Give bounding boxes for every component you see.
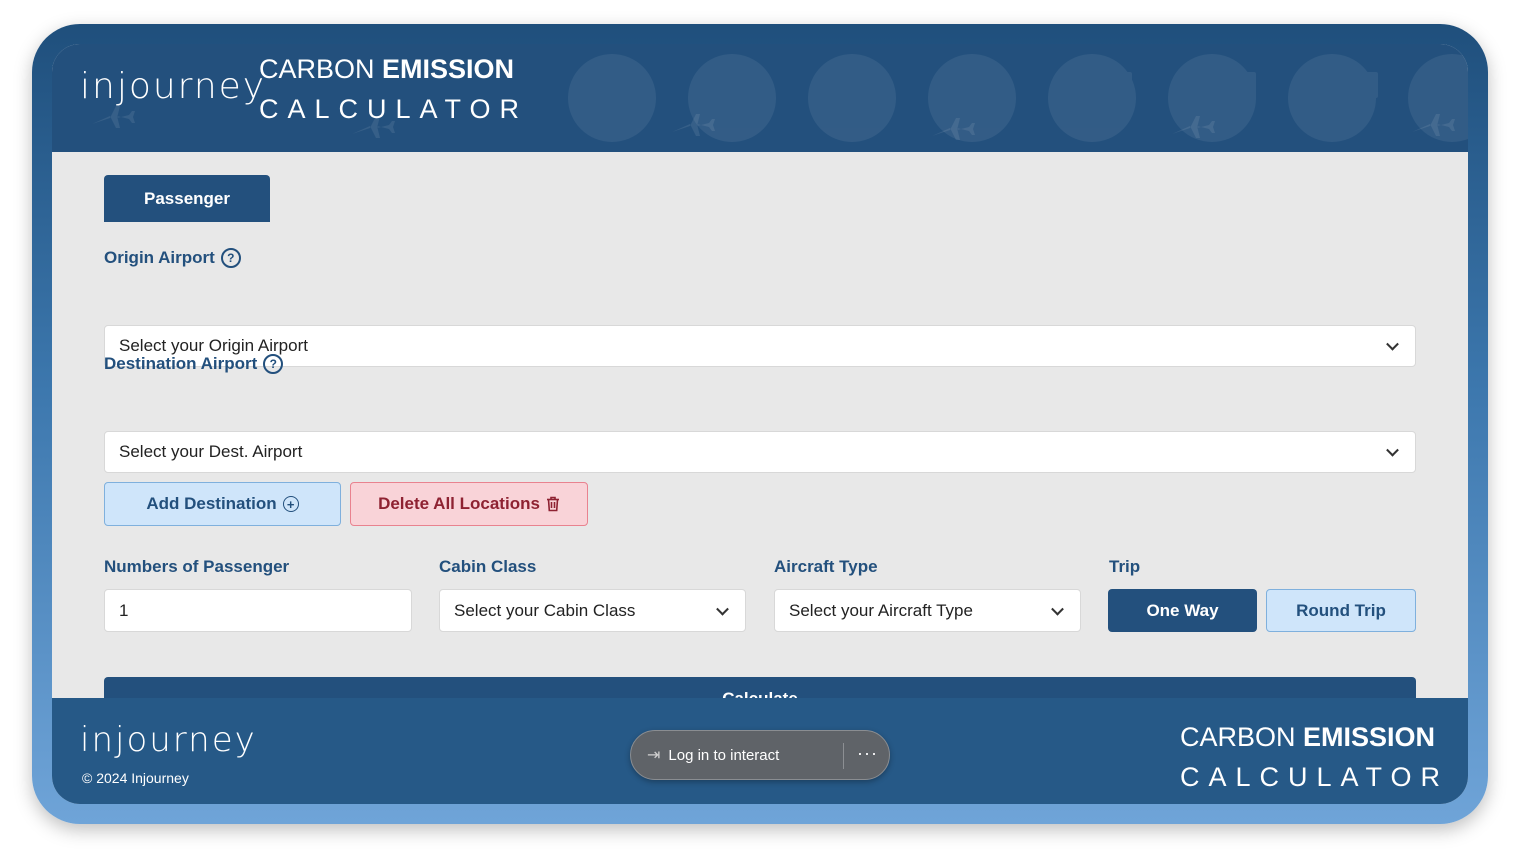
header-title-light: CARBON: [259, 54, 383, 84]
copyright-text: © 2024 Injourney: [82, 770, 189, 786]
destination-airport-label-text: Destination Airport: [104, 354, 258, 373]
cabin-class-placeholder: Select your Cabin Class: [454, 600, 636, 620]
aircraft-type-placeholder: Select your Aircraft Type: [789, 600, 973, 620]
calculator-form: Passenger Origin Airport ? Select your O…: [52, 152, 1468, 720]
trash-icon: [546, 496, 559, 512]
passengers-input[interactable]: 1: [104, 589, 412, 632]
tab-passenger[interactable]: Passenger: [104, 175, 270, 222]
app-frame: injourney CARBON EMISSION CALCULATOR Pas…: [32, 24, 1488, 824]
aircraft-type-label: Aircraft Type: [774, 557, 878, 576]
cabin-class-select[interactable]: Select your Cabin Class: [439, 589, 746, 632]
header-banner: injourney CARBON EMISSION CALCULATOR: [52, 44, 1468, 152]
footer: injourney © 2024 Injourney ⇥ Log in to i…: [52, 698, 1468, 804]
chevron-down-icon: [716, 602, 729, 616]
passengers-label: Numbers of Passenger: [104, 557, 290, 576]
question-circle-icon[interactable]: ?: [263, 354, 284, 374]
footer-title-bold: EMISSION: [1303, 722, 1436, 752]
app-window: injourney CARBON EMISSION CALCULATOR Pas…: [52, 44, 1468, 804]
trip-label: Trip: [1109, 557, 1141, 576]
login-arrow-icon: ⇥: [647, 747, 661, 764]
cabin-class-label: Cabin Class: [439, 557, 537, 576]
question-circle-icon[interactable]: ?: [220, 248, 241, 268]
plus-circle-icon: +: [282, 496, 299, 512]
origin-airport-placeholder: Select your Origin Airport: [119, 336, 308, 355]
delete-all-label: Delete All Locations: [378, 494, 540, 513]
origin-airport-label: Origin Airport ?: [104, 248, 241, 268]
aircraft-type-select[interactable]: Select your Aircraft Type: [774, 589, 1081, 632]
more-dots-icon[interactable]: ···: [857, 743, 878, 764]
header-title-bold: EMISSION: [382, 54, 515, 84]
delete-all-locations-button[interactable]: Delete All Locations: [350, 482, 588, 526]
header-title: CARBON EMISSION: [259, 54, 514, 85]
footer-subtitle: CALCULATOR: [1180, 762, 1450, 792]
header-subtitle: CALCULATOR: [259, 94, 529, 124]
footer-title: CARBON EMISSION: [1180, 722, 1435, 753]
pill-divider: [843, 743, 844, 769]
footer-title-light: CARBON: [1180, 722, 1304, 752]
chevron-down-icon: [1051, 602, 1064, 616]
chevron-down-icon: [1386, 443, 1399, 457]
destination-airport-placeholder: Select your Dest. Airport: [119, 442, 303, 461]
login-overlay-pill[interactable]: ⇥ Log in to interact ···: [630, 730, 890, 780]
origin-airport-select[interactable]: Select your Origin Airport: [104, 325, 1416, 367]
origin-airport-label-text: Origin Airport: [104, 248, 215, 267]
one-way-button[interactable]: One Way: [1108, 589, 1257, 632]
footer-injourney-logo: injourney: [80, 720, 257, 760]
round-trip-button[interactable]: Round Trip: [1266, 589, 1416, 632]
chevron-down-icon: [1386, 337, 1399, 351]
add-destination-label: Add Destination: [146, 494, 277, 513]
login-to-interact-text[interactable]: Log in to interact: [668, 747, 779, 764]
injourney-logo: injourney: [80, 66, 267, 107]
destination-airport-label: Destination Airport ?: [104, 354, 284, 374]
add-destination-button[interactable]: Add Destination +: [104, 482, 341, 526]
destination-airport-select[interactable]: Select your Dest. Airport: [104, 431, 1416, 473]
